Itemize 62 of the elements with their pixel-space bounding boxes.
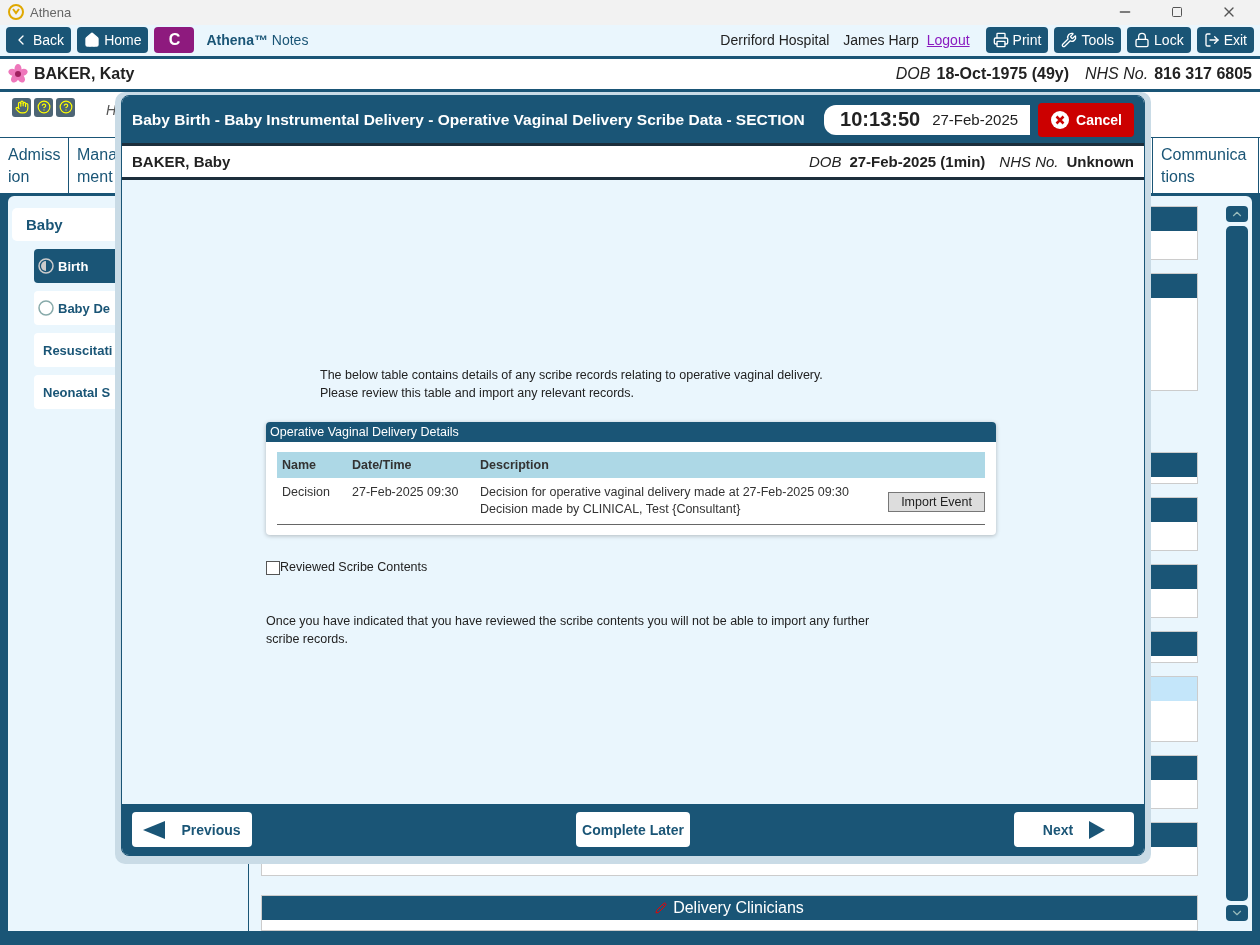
note-text: Once you have indicated that you have reviewed the scribe contents you will not be able to import any further scribe records. xyxy=(266,613,871,648)
window-title: Athena xyxy=(30,4,73,20)
app-logo-icon xyxy=(8,4,24,21)
home-button[interactable]: Home xyxy=(77,27,149,54)
dob-value: 27-Feb-2025 (1min) xyxy=(849,153,986,170)
cancel-button[interactable]: Cancel xyxy=(1038,102,1134,137)
flower-icon xyxy=(8,63,28,84)
half-circle-icon xyxy=(38,258,54,274)
column-header: Description xyxy=(480,458,550,472)
home-icon xyxy=(84,32,101,49)
column-header: Name xyxy=(282,458,318,472)
intro-text: The below table contains details of any scribe records relating to operative vaginal delivery. Please review this table and import any relevant records. xyxy=(320,367,824,402)
nhs-value: 816 317 6805 xyxy=(1154,64,1252,83)
nhs-label: NHS No. xyxy=(1085,64,1149,83)
table-cell-text: Decision xyxy=(282,484,331,501)
print-button[interactable]: Print xyxy=(985,27,1049,54)
checkbox-label[interactable]: Reviewed Scribe Contents xyxy=(280,559,428,576)
next-button[interactable]: Next xyxy=(1014,812,1134,847)
lock-button[interactable]: Lock xyxy=(1127,27,1191,54)
lock-icon xyxy=(1134,32,1151,49)
question-alert-icon[interactable] xyxy=(56,97,75,117)
patient-name: BAKER, Katy xyxy=(34,64,135,83)
left-triangle-icon xyxy=(143,820,166,839)
nav-tab[interactable]: Communica tions xyxy=(1152,138,1259,193)
dob-label: DOB xyxy=(895,64,931,83)
close-circle-icon xyxy=(1050,109,1071,130)
scrollbar-thumb[interactable] xyxy=(1226,226,1248,901)
clock-time: 10:13:50 xyxy=(840,108,921,131)
import-event-button[interactable]: Import Event xyxy=(888,492,985,512)
question-alert-icon[interactable] xyxy=(34,97,53,117)
hospital-name: Derriford Hospital xyxy=(720,32,830,49)
checkbox[interactable] xyxy=(266,560,280,575)
dob-label: DOB xyxy=(808,153,842,170)
logout-link[interactable]: Logout xyxy=(926,32,970,49)
dob-value: 18-Oct-1975 (49y) xyxy=(936,64,1069,83)
scroll-up-icon[interactable] xyxy=(1226,206,1248,222)
nhs-label: NHS No. xyxy=(999,153,1059,170)
dialog-title: Baby Birth - Baby Instrumental Delivery - Operative Vaginal Delivery Scribe Data - SECTION xyxy=(132,110,806,129)
tools-button[interactable]: Tools xyxy=(1054,27,1122,54)
scroll-down-icon[interactable] xyxy=(1226,905,1248,921)
app-name: Athena™ Notes xyxy=(206,32,309,49)
table-cell-text: Decision for operative vaginal delivery made at 27-Feb-2025 09:30 Decision made by CLINICAL, Test {Consultant} xyxy=(480,484,850,518)
c-button[interactable]: C xyxy=(154,27,195,54)
wrench-icon xyxy=(1061,32,1078,49)
table-cell-text: 27-Feb-2025 09:30 xyxy=(352,484,460,501)
card-title: Operative Vaginal Delivery Details xyxy=(266,422,996,442)
exit-button[interactable]: Exit xyxy=(1196,27,1254,54)
section-title: Delivery Clinicians xyxy=(673,899,804,917)
column-header: Date/Time xyxy=(352,458,413,472)
clock-date: 27-Feb-2025 xyxy=(932,111,1019,128)
exit-icon xyxy=(1203,32,1220,49)
hand-alert-icon[interactable] xyxy=(12,97,31,117)
baby-name: BAKER, Baby xyxy=(132,153,231,170)
pencil-icon xyxy=(655,902,668,914)
user-name: James Harp xyxy=(843,32,919,49)
right-triangle-icon xyxy=(1089,820,1106,839)
nhs-value: Unknown xyxy=(1066,153,1134,170)
back-button[interactable]: Back xyxy=(6,27,72,54)
previous-button[interactable]: Previous xyxy=(132,812,252,847)
printer-icon xyxy=(992,32,1009,49)
complete-later-button[interactable]: Complete Later xyxy=(576,812,690,847)
circle-icon xyxy=(38,300,54,316)
